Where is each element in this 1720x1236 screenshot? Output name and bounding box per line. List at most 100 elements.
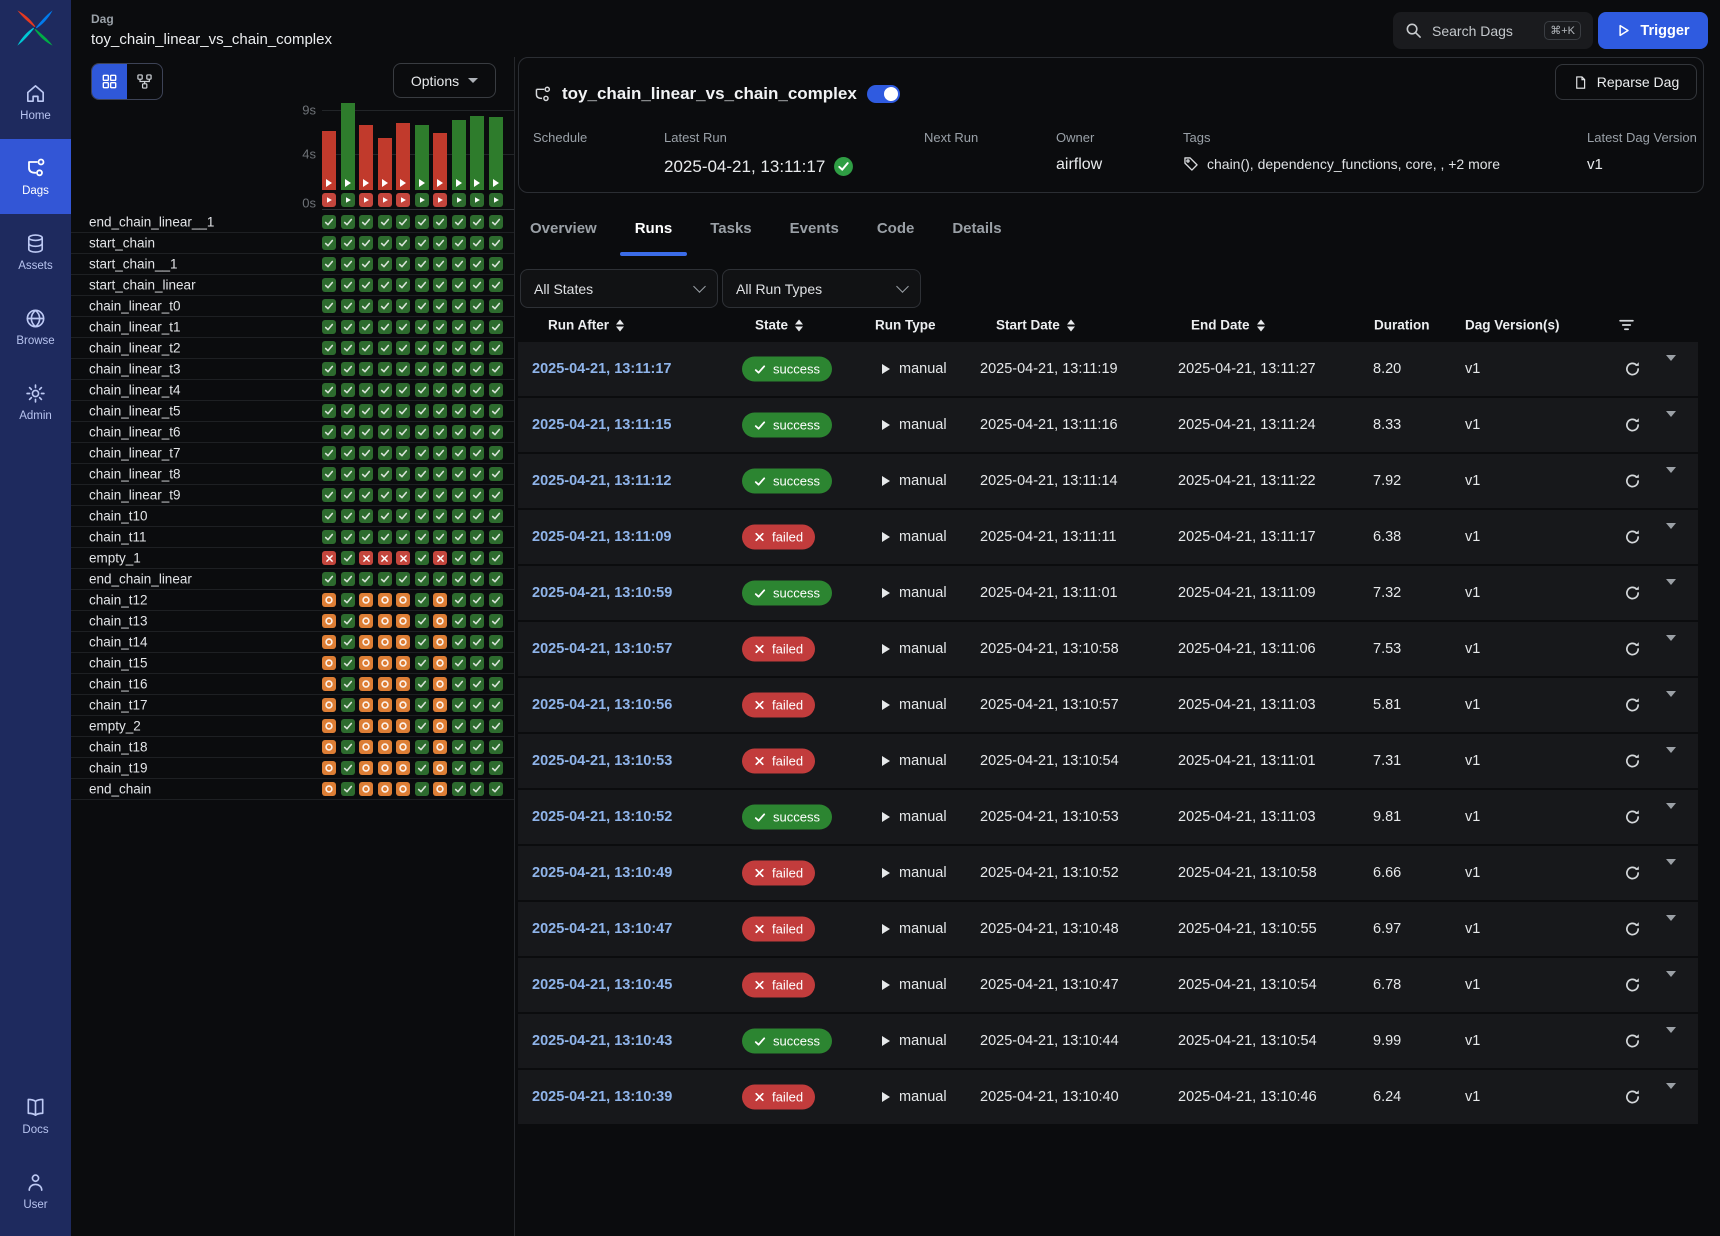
task-instance-square[interactable] <box>359 677 373 691</box>
task-instance-square[interactable] <box>322 593 336 607</box>
column-header-end-date[interactable]: End Date <box>1191 318 1265 333</box>
task-name[interactable]: chain_linear_t8 <box>89 467 181 482</box>
run-type-filter-select[interactable]: All Run Types <box>722 269 921 308</box>
task-instance-square[interactable] <box>322 698 336 712</box>
task-instance-square[interactable] <box>452 761 466 775</box>
clear-run-button[interactable] <box>1624 753 1641 770</box>
clear-run-button[interactable] <box>1624 641 1641 658</box>
column-header-state[interactable]: State <box>755 318 803 333</box>
task-instance-square[interactable] <box>359 425 373 439</box>
task-instance-square[interactable] <box>433 320 447 334</box>
task-instance-square[interactable] <box>341 404 355 418</box>
task-name[interactable]: chain_linear_t1 <box>89 320 181 335</box>
task-instance-square[interactable] <box>341 614 355 628</box>
task-instance-square[interactable] <box>396 614 410 628</box>
task-instance-square[interactable] <box>452 299 466 313</box>
task-instance-square[interactable] <box>359 530 373 544</box>
dag-run-square[interactable] <box>396 193 410 207</box>
row-options-caret[interactable] <box>1666 529 1676 545</box>
task-instance-square[interactable] <box>396 530 410 544</box>
task-instance-square[interactable] <box>359 614 373 628</box>
task-instance-square[interactable] <box>415 278 429 292</box>
task-instance-square[interactable] <box>322 341 336 355</box>
run-duration-bar[interactable] <box>452 120 466 190</box>
clear-run-button[interactable] <box>1624 865 1641 882</box>
task-instance-square[interactable] <box>489 383 503 397</box>
task-name[interactable]: chain_linear_t7 <box>89 446 181 461</box>
task-instance-square[interactable] <box>415 236 429 250</box>
run-after-link[interactable]: 2025-04-21, 13:10:39 <box>532 1089 672 1105</box>
task-instance-square[interactable] <box>470 740 484 754</box>
task-instance-square[interactable] <box>470 488 484 502</box>
task-instance-square[interactable] <box>396 299 410 313</box>
task-instance-square[interactable] <box>341 740 355 754</box>
task-instance-square[interactable] <box>489 278 503 292</box>
task-instance-square[interactable] <box>322 761 336 775</box>
task-instance-square[interactable] <box>341 551 355 565</box>
task-instance-square[interactable] <box>322 782 336 796</box>
task-instance-square[interactable] <box>396 551 410 565</box>
task-instance-square[interactable] <box>396 698 410 712</box>
task-instance-square[interactable] <box>470 257 484 271</box>
task-instance-square[interactable] <box>378 215 392 229</box>
task-instance-square[interactable] <box>378 236 392 250</box>
task-instance-square[interactable] <box>433 635 447 649</box>
tab-details[interactable]: Details <box>950 216 1003 242</box>
task-instance-square[interactable] <box>322 740 336 754</box>
task-instance-square[interactable] <box>489 425 503 439</box>
task-instance-square[interactable] <box>489 572 503 586</box>
task-instance-square[interactable] <box>452 257 466 271</box>
task-name[interactable]: end_chain <box>89 782 151 797</box>
task-name[interactable]: chain_t15 <box>89 656 148 671</box>
task-instance-square[interactable] <box>433 341 447 355</box>
row-options-caret[interactable] <box>1666 1089 1676 1105</box>
run-duration-bar[interactable] <box>396 123 410 190</box>
task-instance-square[interactable] <box>359 593 373 607</box>
row-options-caret[interactable] <box>1666 585 1676 601</box>
task-instance-square[interactable] <box>433 299 447 313</box>
task-instance-square[interactable] <box>378 551 392 565</box>
task-instance-square[interactable] <box>378 761 392 775</box>
task-instance-square[interactable] <box>433 425 447 439</box>
run-after-link[interactable]: 2025-04-21, 13:11:17 <box>532 361 671 377</box>
task-instance-square[interactable] <box>452 740 466 754</box>
task-instance-square[interactable] <box>415 404 429 418</box>
column-header-run-after[interactable]: Run After <box>548 318 624 333</box>
task-instance-square[interactable] <box>359 698 373 712</box>
task-name[interactable]: chain_t18 <box>89 740 148 755</box>
task-instance-square[interactable] <box>470 614 484 628</box>
sidebar-item-user[interactable]: User <box>0 1153 71 1228</box>
task-instance-square[interactable] <box>359 740 373 754</box>
row-options-caret[interactable] <box>1666 1033 1676 1049</box>
task-instance-square[interactable] <box>378 593 392 607</box>
task-instance-square[interactable] <box>452 278 466 292</box>
task-instance-square[interactable] <box>341 719 355 733</box>
clear-run-button[interactable] <box>1624 585 1641 602</box>
task-instance-square[interactable] <box>433 362 447 376</box>
task-instance-square[interactable] <box>415 299 429 313</box>
task-instance-square[interactable] <box>470 635 484 649</box>
task-instance-square[interactable] <box>452 719 466 733</box>
task-instance-square[interactable] <box>322 215 336 229</box>
task-instance-square[interactable] <box>341 278 355 292</box>
task-instance-square[interactable] <box>341 215 355 229</box>
task-instance-square[interactable] <box>396 257 410 271</box>
task-name[interactable]: chain_linear_t5 <box>89 404 181 419</box>
task-instance-square[interactable] <box>433 761 447 775</box>
task-instance-square[interactable] <box>378 446 392 460</box>
task-instance-square[interactable] <box>378 656 392 670</box>
task-instance-square[interactable] <box>415 677 429 691</box>
dag-run-square[interactable] <box>322 193 336 207</box>
filter-columns-icon[interactable] <box>1618 317 1635 334</box>
task-instance-square[interactable] <box>378 488 392 502</box>
task-instance-square[interactable] <box>415 635 429 649</box>
task-instance-square[interactable] <box>433 572 447 586</box>
task-instance-square[interactable] <box>452 782 466 796</box>
task-name[interactable]: chain_t16 <box>89 677 148 692</box>
task-instance-square[interactable] <box>489 509 503 523</box>
task-instance-square[interactable] <box>433 593 447 607</box>
task-instance-square[interactable] <box>341 509 355 523</box>
task-name[interactable]: empty_1 <box>89 551 141 566</box>
task-instance-square[interactable] <box>341 425 355 439</box>
task-instance-square[interactable] <box>452 467 466 481</box>
